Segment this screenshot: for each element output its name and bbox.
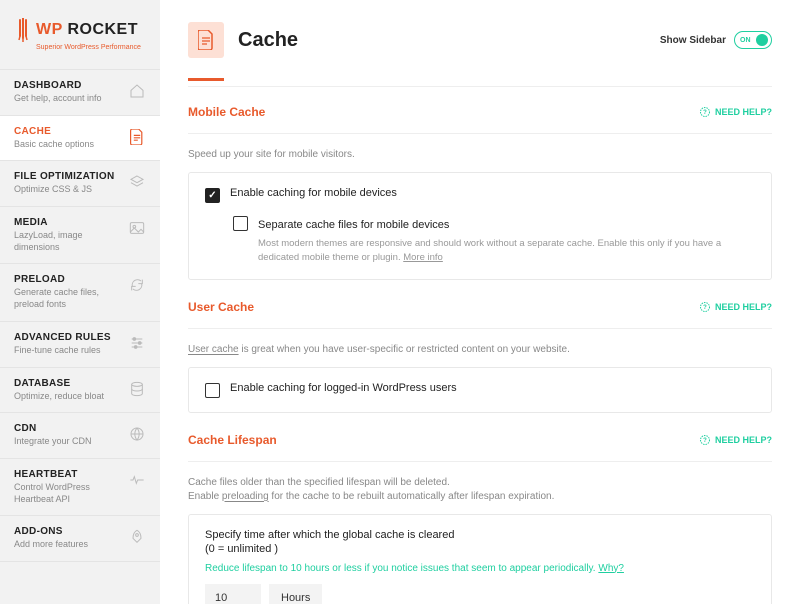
nav-list: DASHBOARD Get help, account info CACHE Basi… bbox=[0, 69, 160, 604]
lifespan-unit-select[interactable]: Hours bbox=[269, 584, 322, 604]
svg-text:?: ? bbox=[703, 110, 707, 116]
nav-sub: Optimize CSS & JS bbox=[14, 184, 124, 196]
help-icon: ? bbox=[699, 301, 711, 313]
section-cache-lifespan: Cache Lifespan ? NEED HELP? Cache files … bbox=[188, 433, 772, 604]
need-help-link[interactable]: ? NEED HELP? bbox=[699, 301, 772, 313]
nav-title: FILE OPTIMIZATION bbox=[14, 171, 124, 182]
brand-rocket: ROCKET bbox=[67, 21, 138, 38]
nav-sub: Add more features bbox=[14, 539, 124, 551]
need-help-link[interactable]: ? NEED HELP? bbox=[699, 106, 772, 118]
nav-sub: Generate cache files, preload fonts bbox=[14, 287, 124, 310]
nav-sub: Get help, account info bbox=[14, 93, 124, 105]
show-sidebar-toggle[interactable]: ON bbox=[734, 31, 772, 49]
separate-cache-desc: Most modern themes are responsive and sh… bbox=[258, 237, 755, 265]
nav-sub: LazyLoad, image dimensions bbox=[14, 230, 124, 253]
lifespan-desc: Cache files older than the specified lif… bbox=[188, 476, 772, 504]
lifespan-hint: Reduce lifespan to 10 hours or less if y… bbox=[205, 563, 755, 574]
nav-item-database[interactable]: DATABASE Optimize, reduce bloat bbox=[0, 368, 160, 414]
lifespan-card-sub: (0 = unlimited ) bbox=[205, 543, 755, 555]
nav-item-dashboard[interactable]: DASHBOARD Get help, account info bbox=[0, 69, 160, 116]
help-icon: ? bbox=[699, 434, 711, 446]
sidebar: WP ROCKET Superior WordPress Performance… bbox=[0, 0, 160, 604]
need-help-label: NEED HELP? bbox=[715, 302, 772, 312]
file-icon bbox=[128, 128, 146, 146]
toggle-knob bbox=[756, 34, 768, 46]
nav-title: CDN bbox=[14, 423, 124, 434]
mobile-cache-desc: Speed up your site for mobile visitors. bbox=[188, 148, 772, 162]
image-icon bbox=[128, 219, 146, 237]
nav-item-add-ons[interactable]: ADD-ONS Add more features bbox=[0, 516, 160, 562]
nav-item-media[interactable]: MEDIA LazyLoad, image dimensions bbox=[0, 207, 160, 264]
nav-item-file-optimization[interactable]: FILE OPTIMIZATION Optimize CSS & JS bbox=[0, 161, 160, 207]
file-icon bbox=[198, 30, 214, 50]
section-user-cache: User Cache ? NEED HELP? User cache is gr… bbox=[188, 300, 772, 413]
nav-item-preload[interactable]: PRELOAD Generate cache files, preload fon… bbox=[0, 264, 160, 321]
help-icon: ? bbox=[699, 106, 711, 118]
toggle-on-label: ON bbox=[738, 37, 756, 44]
nav-title: PRELOAD bbox=[14, 274, 124, 285]
nav-item-heartbeat[interactable]: HEARTBEAT Control WordPress Heartbeat API bbox=[0, 459, 160, 516]
layers-icon bbox=[128, 173, 146, 191]
nav-title: ADVANCED RULES bbox=[14, 332, 124, 343]
mobile-cache-title: Mobile Cache bbox=[188, 105, 699, 119]
lifespan-value-input[interactable] bbox=[205, 584, 261, 604]
globe-icon bbox=[128, 425, 146, 443]
svg-text:?: ? bbox=[703, 305, 707, 311]
brand-tagline: Superior WordPress Performance bbox=[14, 44, 146, 51]
nav-sub: Basic cache options bbox=[14, 139, 124, 151]
sliders-icon bbox=[128, 334, 146, 352]
show-sidebar-label: Show Sidebar bbox=[660, 35, 726, 46]
separate-cache-checkbox[interactable] bbox=[233, 216, 248, 231]
why-link[interactable]: Why? bbox=[598, 563, 624, 574]
enable-user-cache-label: Enable caching for logged-in WordPress u… bbox=[230, 382, 457, 394]
nav-title: DATABASE bbox=[14, 378, 124, 389]
home-icon bbox=[128, 82, 146, 100]
nav-item-cdn[interactable]: CDN Integrate your CDN bbox=[0, 413, 160, 459]
nav-title: MEDIA bbox=[14, 217, 124, 228]
user-cache-desc: User cache is great when you have user-s… bbox=[188, 343, 772, 357]
need-help-label: NEED HELP? bbox=[715, 107, 772, 117]
section-mobile-cache: Mobile Cache ? NEED HELP? Speed up your … bbox=[188, 105, 772, 280]
more-info-link[interactable]: More info bbox=[403, 252, 443, 263]
heartbeat-icon bbox=[128, 471, 146, 489]
active-tab-indicator bbox=[188, 78, 224, 81]
nav-title: CACHE bbox=[14, 126, 124, 137]
user-cache-link[interactable]: User cache bbox=[188, 344, 239, 355]
separate-cache-label: Separate cache files for mobile devices bbox=[258, 219, 449, 231]
nav-title: HEARTBEAT bbox=[14, 469, 124, 480]
nav-sub: Control WordPress Heartbeat API bbox=[14, 482, 124, 505]
enable-mobile-cache-checkbox[interactable] bbox=[205, 188, 220, 203]
user-cache-card: Enable caching for logged-in WordPress u… bbox=[188, 367, 772, 413]
lifespan-card-title: Specify time after which the global cach… bbox=[205, 529, 755, 541]
refresh-icon bbox=[128, 276, 146, 294]
lifespan-card: Specify time after which the global cach… bbox=[188, 514, 772, 604]
nav-title: ADD-ONS bbox=[14, 526, 124, 537]
nav-item-cache[interactable]: CACHE Basic cache options bbox=[0, 116, 160, 162]
brand-logo: WP ROCKET Superior WordPress Performance bbox=[0, 0, 160, 59]
database-icon bbox=[128, 380, 146, 398]
need-help-link[interactable]: ? NEED HELP? bbox=[699, 434, 772, 446]
cache-lifespan-title: Cache Lifespan bbox=[188, 433, 699, 447]
nav-item-advanced-rules[interactable]: ADVANCED RULES Fine-tune cache rules bbox=[0, 322, 160, 368]
nav-sub: Optimize, reduce bloat bbox=[14, 391, 124, 403]
enable-user-cache-checkbox[interactable] bbox=[205, 383, 220, 398]
user-cache-title: User Cache bbox=[188, 300, 699, 314]
rocket-icon bbox=[14, 18, 32, 42]
rocket-icon bbox=[128, 528, 146, 546]
nav-title: DASHBOARD bbox=[14, 80, 124, 91]
svg-text:?: ? bbox=[703, 438, 707, 444]
enable-mobile-cache-label: Enable caching for mobile devices bbox=[230, 187, 397, 199]
need-help-label: NEED HELP? bbox=[715, 435, 772, 445]
preloading-link[interactable]: preloading bbox=[222, 491, 269, 502]
nav-sub: Fine-tune cache rules bbox=[14, 345, 124, 357]
main-panel: Cache Show Sidebar ON Mobile Cache ? NEE… bbox=[160, 0, 800, 604]
page-icon bbox=[188, 22, 224, 58]
nav-sub: Integrate your CDN bbox=[14, 436, 124, 448]
brand-wp: WP bbox=[36, 21, 62, 38]
page-title: Cache bbox=[238, 29, 660, 52]
mobile-cache-card: Enable caching for mobile devices Separa… bbox=[188, 172, 772, 280]
